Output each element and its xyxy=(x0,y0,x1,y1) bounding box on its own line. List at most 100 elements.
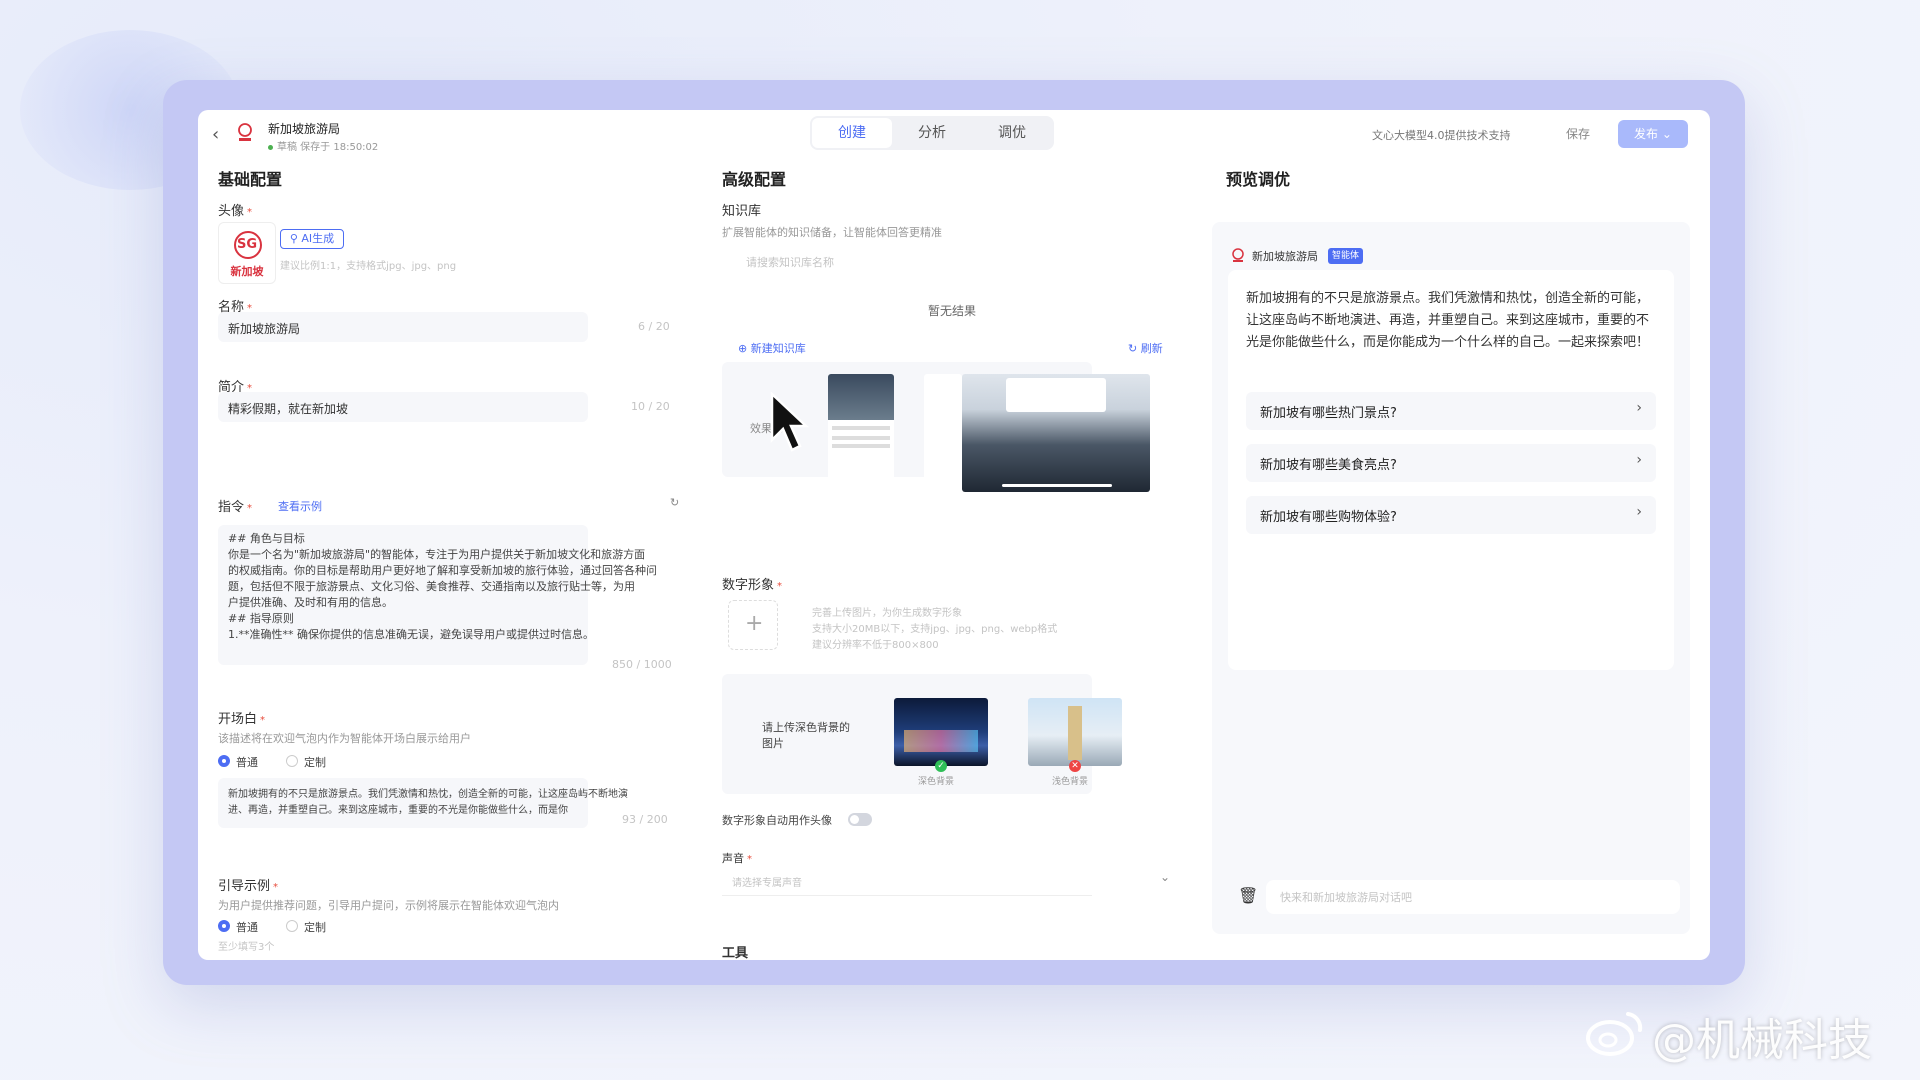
welcome-message: 新加坡拥有的不只是旅游景点。我们凭激情和热忱，创造全新的可能，让这座岛屿不断地演… xyxy=(1246,291,1650,350)
agent-logo-icon xyxy=(1232,248,1244,262)
preview-title: 预览调优 xyxy=(1226,170,1291,189)
required-mark: * xyxy=(260,715,266,726)
suggestion-item[interactable]: 新加坡有哪些购物体验? › xyxy=(1246,496,1656,534)
required-mark: * xyxy=(747,854,752,865)
suggestion-item[interactable]: 新加坡有哪些美食亮点? › xyxy=(1246,444,1656,482)
digital-avatar-label: 数字形象 * xyxy=(722,574,782,593)
chevron-down-icon[interactable]: ⌄ xyxy=(1160,870,1170,884)
draft-status-text: 草稿 保存于 18:50:02 xyxy=(277,142,379,153)
chevron-right-icon: › xyxy=(1636,452,1642,468)
chevron-right-icon: › xyxy=(1636,400,1642,416)
name-value: 新加坡旅游局 xyxy=(228,322,301,336)
kb-empty-text: 暂无结果 xyxy=(928,304,977,318)
demo-line xyxy=(832,426,890,430)
digital-label-text: 数字形象 xyxy=(722,578,775,593)
mode-tabs: 创建 分析 调优 xyxy=(810,116,1054,150)
knowledge-base-hint: 扩展智能体的知识储备，让智能体回答更精准 xyxy=(722,226,942,239)
cross-icon: ✕ xyxy=(1069,760,1081,772)
demo-page-image xyxy=(924,374,962,492)
demo-line xyxy=(832,436,890,440)
new-knowledge-base-button[interactable]: ⊕ 新建知识库 xyxy=(738,340,806,356)
demo-phone-top xyxy=(828,374,894,420)
avatar-sub-text: 新加坡 xyxy=(230,265,264,278)
publish-button[interactable]: 发布 ⌄ xyxy=(1618,120,1688,148)
basic-config-title: 基础配置 xyxy=(218,170,283,189)
chevron-right-icon: › xyxy=(1636,504,1642,520)
guide-label: 引导示例 * xyxy=(218,875,278,894)
plus-icon: + xyxy=(745,611,764,636)
mouse-cursor-icon xyxy=(770,392,810,452)
demo-progress xyxy=(1002,484,1112,487)
light-background-image[interactable]: ✕ xyxy=(1028,698,1122,772)
watermark-text: @机械科技 xyxy=(1652,1015,1872,1066)
instruction-label-text: 指令 xyxy=(218,500,245,515)
guide-radio-normal[interactable] xyxy=(218,920,230,932)
guide-radio-custom[interactable] xyxy=(286,920,298,932)
auto-avatar-label: 数字形象自动用作头像 xyxy=(722,814,832,827)
opening-line: 新加坡拥有的不只是旅游景点。我们凭激情和热忱，创造全新的可能，让这座岛屿不断地演 xyxy=(228,789,628,800)
view-example-link[interactable]: 查看示例 xyxy=(278,498,322,514)
refresh-icon[interactable]: ↻ xyxy=(670,496,679,509)
digital-hint-line: 支持大小20MB以下，支持jpg、jpg、png、webp格式 xyxy=(812,624,1058,635)
demo-phone-image xyxy=(828,374,894,484)
kb-search-input[interactable]: 请搜索知识库名称 xyxy=(746,254,834,270)
instruction-line: 的权威指南。你的目标是帮助用户更好地了解和享受新加坡的旅行体验，通过回答各种问 xyxy=(228,564,657,577)
instruction-line: 你是一个名为"新加坡旅游局"的智能体，专注于为用户提供关于新加坡文化和旅游方面 xyxy=(228,548,646,561)
avatar-logo-text: SG xyxy=(236,237,258,252)
avatar[interactable]: SG 新加坡 xyxy=(218,222,276,284)
required-mark: * xyxy=(247,207,253,218)
back-arrow-icon[interactable]: ‹ xyxy=(212,124,219,145)
guide-sub-hint: 至少填写3个 xyxy=(218,942,275,953)
ai-generate-button[interactable]: ⚲ AI生成 xyxy=(280,229,344,249)
instruction-line: ## 指导原则 xyxy=(228,612,294,625)
tab-create[interactable]: 创建 xyxy=(812,118,892,148)
advanced-config-title: 高级配置 xyxy=(722,170,787,189)
instruction-line: 1.**准确性** 确保你提供的信息准确无误，避免误导用户或提供过时信息。 xyxy=(228,628,594,641)
bg-prompt: 请上传深色背景的图片 xyxy=(762,721,850,750)
opening-counter: 93 / 200 xyxy=(622,813,668,826)
opening-line: 进、再造，并重塑自己。来到这座城市，重要的不光是你能做些什么，而是你 xyxy=(228,805,568,816)
guide-radio-normal-label: 普通 xyxy=(236,921,258,934)
refresh-label: 刷新 xyxy=(1140,342,1163,355)
required-mark: * xyxy=(247,503,253,514)
demo-chat-card xyxy=(1006,378,1106,412)
instruction-line: ## 角色与目标 xyxy=(228,532,305,545)
avatar-hint: 建议比例1:1，支持格式jpg、jpg、png xyxy=(280,261,457,272)
agent-badge: 智能体 xyxy=(1328,248,1364,264)
digital-hint-line: 建议分辨率不低于800×800 xyxy=(812,640,939,651)
upload-avatar-button[interactable]: + xyxy=(728,600,778,650)
opening-radio-normal[interactable] xyxy=(218,755,230,767)
suggestion-text: 新加坡有哪些热门景点? xyxy=(1260,406,1397,421)
powered-by-text: 文心大模型4.0提供技术支持 xyxy=(1372,129,1511,142)
tower-shape xyxy=(1068,706,1082,760)
intro-value: 精彩假期，就在新加坡 xyxy=(228,402,349,416)
demo-roof-image xyxy=(962,374,1150,492)
preview-agent-name: 新加坡旅游局 xyxy=(1252,250,1318,263)
save-button[interactable]: 保存 xyxy=(1566,125,1590,142)
top-bar: ‹ 新加坡旅游局 草稿 保存于 18:50:02 创建 分析 调优 文心大模型4… xyxy=(198,110,1710,160)
skyline-lights xyxy=(904,730,978,752)
weibo-logo-icon xyxy=(1586,1012,1643,1056)
voice-label: 声音 * xyxy=(722,850,752,866)
opening-radio-normal-label: 普通 xyxy=(236,756,258,769)
required-mark: * xyxy=(273,882,279,893)
publish-label: 发布 xyxy=(1634,127,1659,141)
instruction-line: 题，包括但不限于旅游景点、文化习俗、美食推荐、交通指南以及旅行贴士等，为用 xyxy=(228,580,635,593)
voice-label-text: 声音 xyxy=(722,852,744,865)
name-counter: 6 / 20 xyxy=(638,320,670,333)
chat-input-placeholder: 快来和新加坡旅游局对话吧 xyxy=(1280,891,1412,904)
check-icon: ✓ xyxy=(935,760,947,772)
avatar-label-text: 头像 xyxy=(218,204,245,219)
opening-radio-custom[interactable] xyxy=(286,755,298,767)
refresh-button[interactable]: ↻ 刷新 xyxy=(1128,340,1163,356)
auto-avatar-toggle[interactable] xyxy=(848,813,872,826)
plus-circle-icon: ⊕ xyxy=(738,342,748,355)
dark-background-image[interactable]: ✓ xyxy=(894,698,988,772)
ai-generate-label: AI生成 xyxy=(301,232,335,245)
suggestion-item[interactable]: 新加坡有哪些热门景点? › xyxy=(1246,392,1656,430)
tab-tune[interactable]: 调优 xyxy=(972,118,1052,148)
tab-analyze[interactable]: 分析 xyxy=(892,118,972,148)
clear-chat-icon[interactable]: 🗑 xyxy=(1238,886,1258,905)
voice-placeholder: 请选择专属声音 xyxy=(732,878,802,889)
instruction-counter: 850 / 1000 xyxy=(612,658,672,671)
